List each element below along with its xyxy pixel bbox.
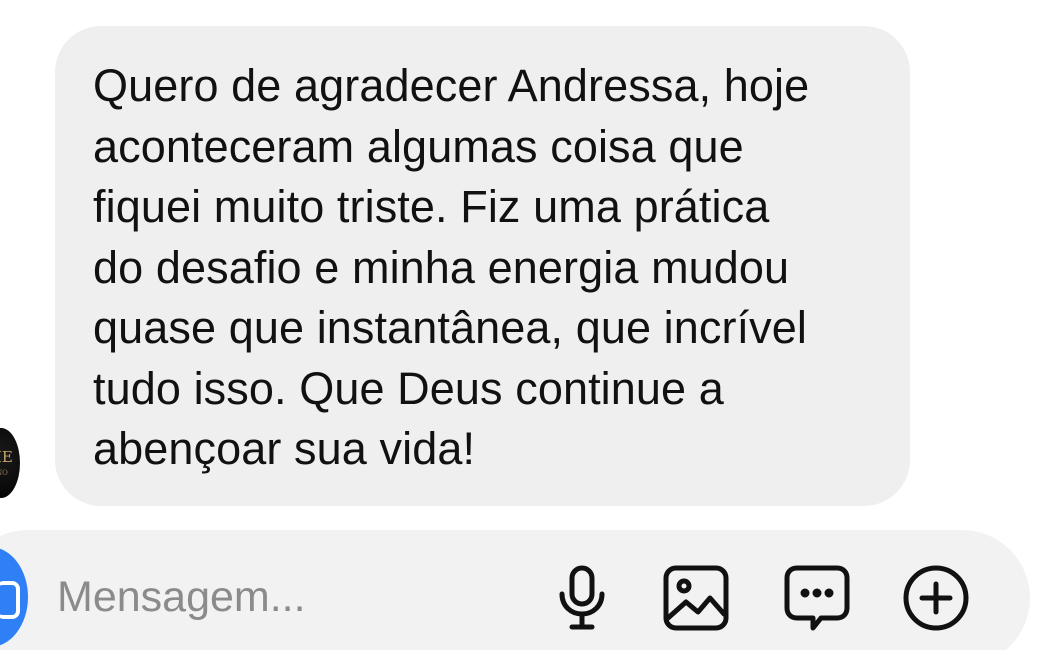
plus-icon (903, 565, 969, 631)
avatar-logo-text: IE (0, 448, 13, 466)
microphone-icon (559, 565, 605, 630)
gallery-button[interactable] (660, 562, 732, 634)
message-text: Quero de agradecer Andressa, hoje aconte… (93, 60, 810, 474)
sticker-chat-icon (784, 565, 850, 631)
received-message-bubble[interactable]: Quero de agradecer Andressa, hoje aconte… (55, 26, 910, 506)
chat-screen: IE NO Quero de agradecer Andressa, hoje … (0, 0, 1057, 650)
camera-icon (0, 581, 20, 619)
more-options-button[interactable] (900, 562, 972, 634)
message-input[interactable]: Mensagem... (57, 568, 306, 626)
avatar-logo-subtext: NO (0, 469, 8, 477)
voice-message-button[interactable] (546, 562, 618, 634)
sticker-button[interactable] (781, 562, 853, 634)
photo-gallery-icon (663, 565, 729, 631)
sender-avatar[interactable]: IE NO (0, 428, 20, 498)
